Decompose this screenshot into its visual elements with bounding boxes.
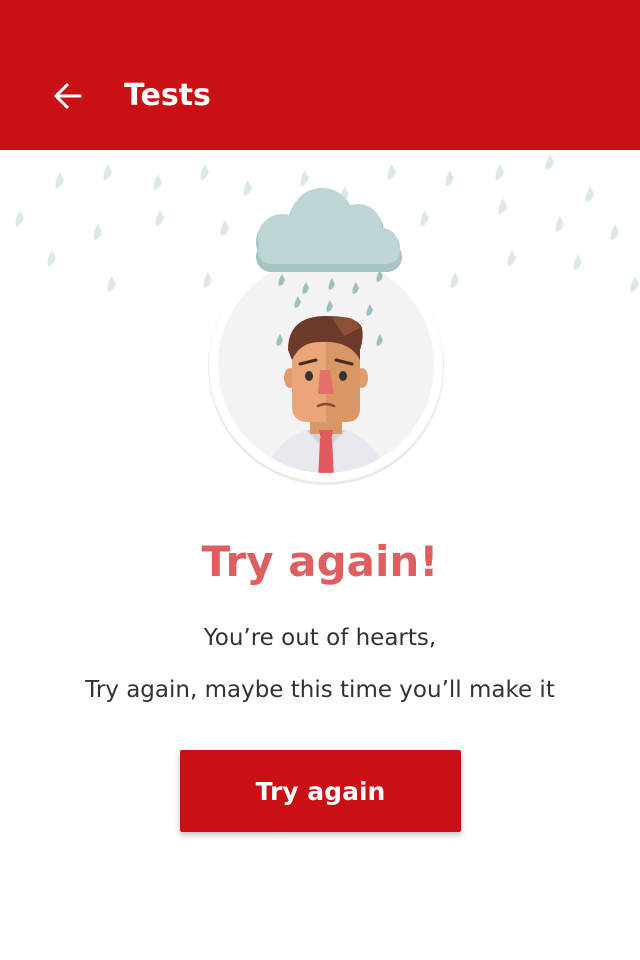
- message-line-2: Try again, maybe this time you’ll make i…: [85, 677, 555, 703]
- page-title: Tests: [124, 78, 211, 113]
- message-line-1: You’re out of hearts,: [203, 625, 437, 651]
- app-bar: Tests: [0, 0, 640, 150]
- try-again-button[interactable]: Try again: [180, 750, 461, 832]
- arrow-left-icon: [53, 82, 82, 110]
- sad-rain-illustration: [0, 150, 640, 500]
- result-title: Try again!: [201, 537, 439, 586]
- back-button[interactable]: [44, 72, 92, 120]
